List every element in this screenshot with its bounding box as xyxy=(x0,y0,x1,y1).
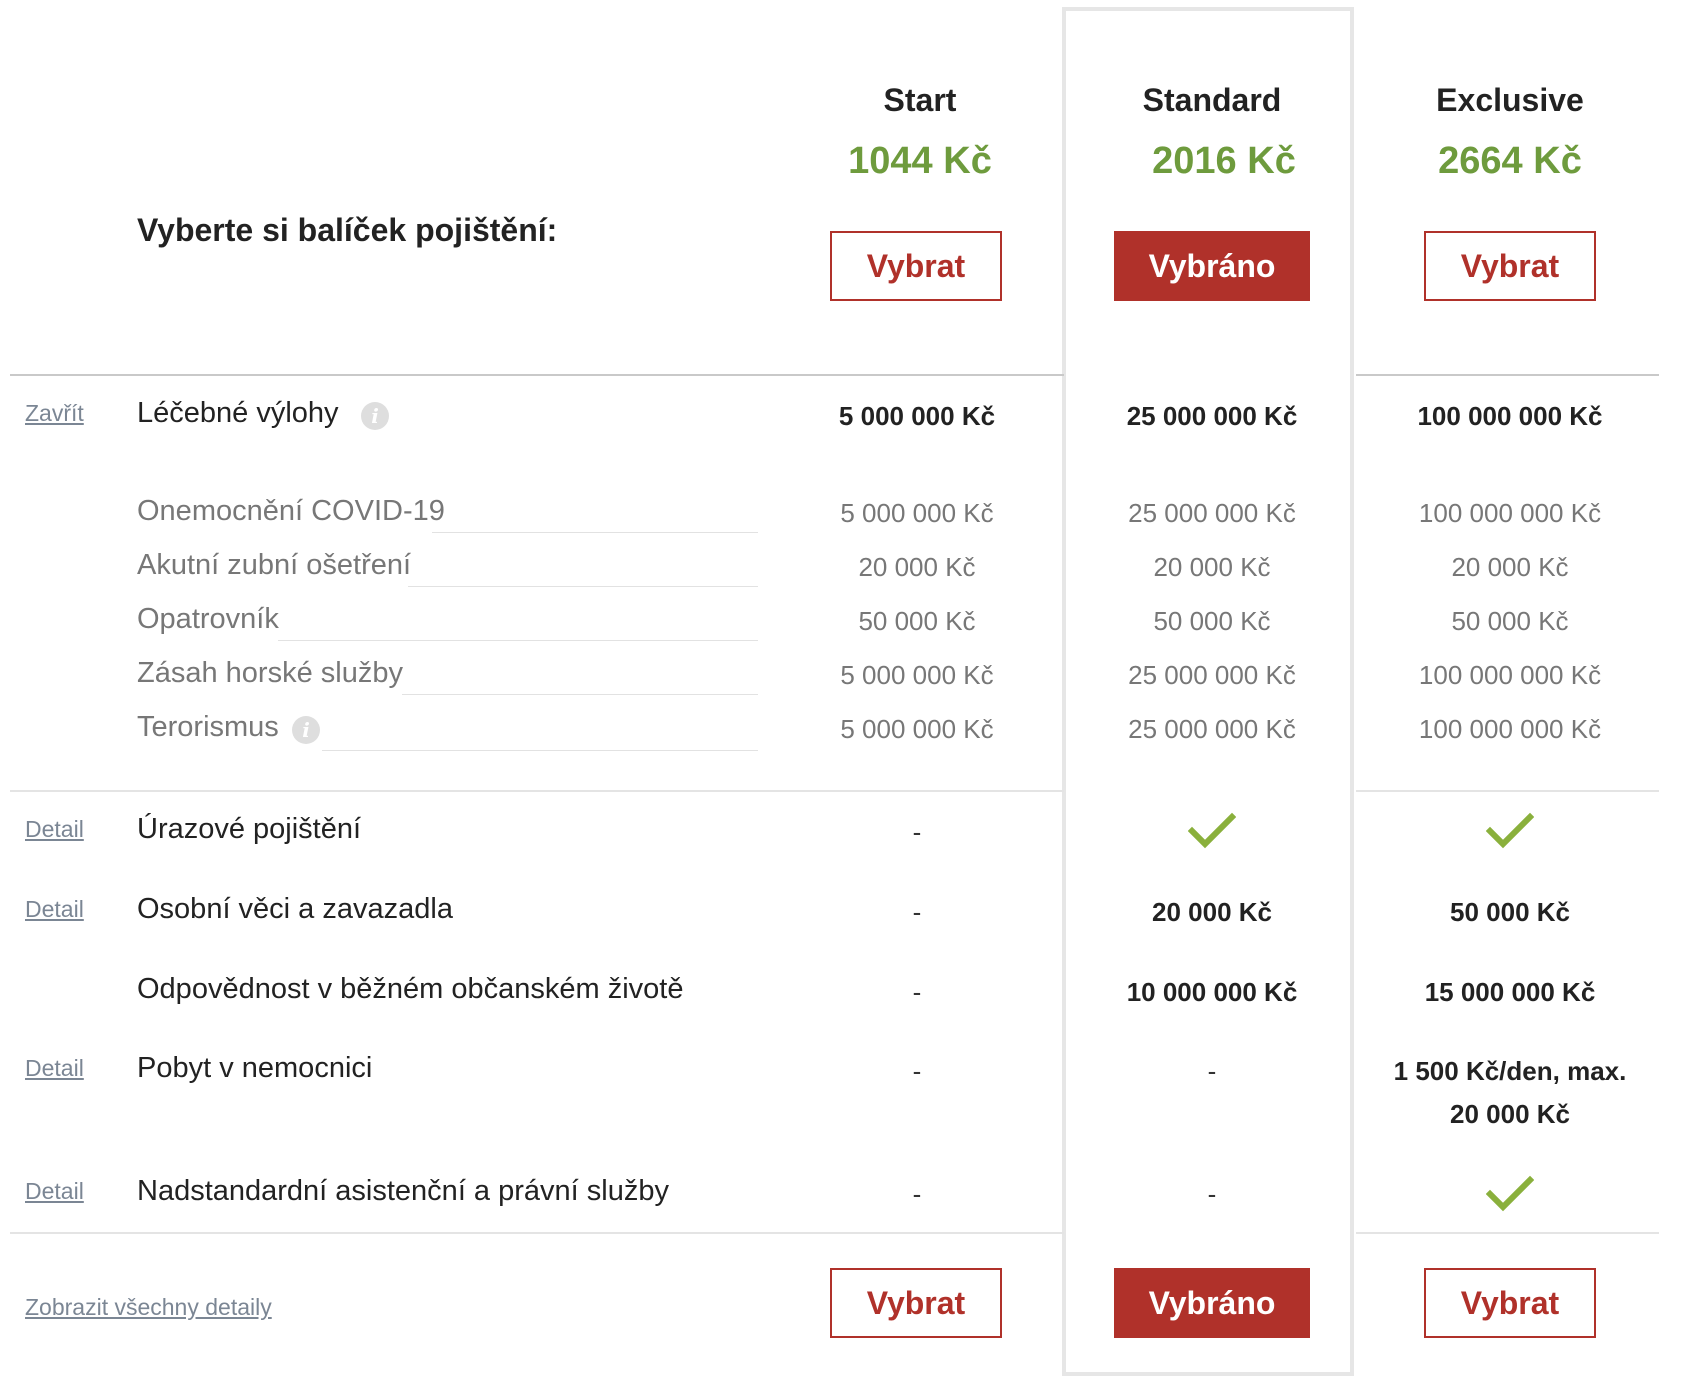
subrow-label-dental: Akutní zubní ošetření xyxy=(137,549,412,581)
select-exclusive-button-bottom[interactable]: Vybrat xyxy=(1424,1268,1596,1338)
detail-link[interactable]: Detail xyxy=(25,816,84,843)
info-icon-glyph: i xyxy=(371,404,379,428)
value-cell: - xyxy=(912,897,922,927)
value-cell: 50 000 Kč xyxy=(1153,606,1271,636)
value-cell: - xyxy=(912,817,922,847)
selected-plan-column xyxy=(1062,7,1354,1376)
value-cell: 5 000 000 Kč xyxy=(838,401,996,431)
value-cell: 100 000 000 Kč xyxy=(1417,401,1603,431)
value-cell: - xyxy=(912,1179,922,1209)
value-cell: 50 000 Kč xyxy=(1451,606,1569,636)
divider xyxy=(10,790,1064,792)
subrow-leader-line xyxy=(432,532,758,533)
subrow-leader-line xyxy=(278,640,758,641)
plan-name-standard: Standard xyxy=(1142,82,1282,118)
value-cell: 20 000 Kč xyxy=(1451,552,1569,582)
value-cell: 25 000 000 Kč xyxy=(1128,714,1296,744)
check-icon xyxy=(1370,812,1650,850)
plan-price-start: 1044 Kč xyxy=(848,140,992,182)
subrow-leader-line xyxy=(402,694,758,695)
check-icon xyxy=(1072,812,1352,850)
subrow-leader-line xyxy=(322,750,758,751)
value-cell: 5 000 000 Kč xyxy=(840,498,994,528)
select-exclusive-button[interactable]: Vybrat xyxy=(1424,231,1596,301)
value-cell: - xyxy=(912,977,922,1007)
row-label-hospital: Pobyt v nemocnici xyxy=(137,1052,373,1084)
value-cell: 20 000 Kč xyxy=(1450,1099,1570,1129)
subrow-label-terrorism: Terorismus xyxy=(137,711,279,743)
plan-name-start: Start xyxy=(883,82,957,118)
row-label-assistance: Nadstandardní asistenční a právní služby xyxy=(137,1175,669,1207)
value-cell: 100 000 000 Kč xyxy=(1418,660,1602,690)
plan-price-exclusive: 2664 Kč xyxy=(1438,140,1582,182)
show-all-details-link[interactable]: Zobrazit všechny detaily xyxy=(25,1294,272,1321)
divider xyxy=(10,1232,1064,1234)
value-cell: 20 000 Kč xyxy=(1152,897,1272,927)
select-start-button[interactable]: Vybrat xyxy=(830,231,1002,301)
row-label-liability: Odpovědnost v běžném občanském životě xyxy=(137,973,684,1005)
detail-link[interactable]: Detail xyxy=(25,896,84,923)
value-cell: 100 000 000 Kč xyxy=(1418,714,1602,744)
page-title: Vyberte si balíček pojištění: xyxy=(137,212,558,248)
detail-link[interactable]: Detail xyxy=(25,1178,84,1205)
value-cell: 100 000 000 Kč xyxy=(1418,498,1602,528)
value-cell: 10 000 000 Kč xyxy=(1126,977,1298,1007)
divider xyxy=(1356,1232,1659,1234)
row-label-medical: Léčebné výlohy xyxy=(137,397,339,429)
value-cell: 5 000 000 Kč xyxy=(840,660,994,690)
value-cell: 50 000 Kč xyxy=(858,606,976,636)
info-icon[interactable]: i xyxy=(361,402,389,430)
subrow-leader-line xyxy=(408,586,758,587)
value-cell: 5 000 000 Kč xyxy=(840,714,994,744)
value-cell: - xyxy=(912,1056,922,1086)
subrow-label-guardian: Opatrovník xyxy=(137,603,279,635)
info-icon-glyph: i xyxy=(302,718,310,742)
plan-price-standard: 2016 Kč xyxy=(1152,140,1296,182)
value-cell: - xyxy=(1207,1056,1217,1086)
select-standard-button-bottom[interactable]: Vybráno xyxy=(1114,1268,1310,1338)
divider xyxy=(10,374,1064,376)
value-cell: - xyxy=(1207,1179,1217,1209)
value-cell: 25 000 000 Kč xyxy=(1128,498,1296,528)
subrow-label-covid: Onemocnění COVID-19 xyxy=(137,495,445,527)
subrow-label-mountain-rescue: Zásah horské služby xyxy=(137,657,403,689)
detail-link[interactable]: Detail xyxy=(25,1055,84,1082)
value-cell: 1 500 Kč/den, max. xyxy=(1393,1056,1627,1086)
value-cell: 20 000 Kč xyxy=(1153,552,1271,582)
select-standard-button[interactable]: Vybráno xyxy=(1114,231,1310,301)
value-cell: 25 000 000 Kč xyxy=(1128,660,1296,690)
value-cell: 20 000 Kč xyxy=(858,552,976,582)
value-cell: 50 000 Kč xyxy=(1450,897,1570,927)
value-cell: 15 000 000 Kč xyxy=(1424,977,1596,1007)
collapse-link[interactable]: Zavřít xyxy=(25,400,84,427)
divider xyxy=(1356,790,1659,792)
divider xyxy=(1356,374,1659,376)
select-start-button-bottom[interactable]: Vybrat xyxy=(830,1268,1002,1338)
info-icon[interactable]: i xyxy=(292,716,320,744)
check-icon xyxy=(1370,1175,1650,1213)
row-label-luggage: Osobní věci a zavazadla xyxy=(137,893,453,925)
row-label-accident: Úrazové pojištění xyxy=(137,813,362,845)
value-cell: 25 000 000 Kč xyxy=(1126,401,1298,431)
plan-name-exclusive: Exclusive xyxy=(1436,82,1584,118)
